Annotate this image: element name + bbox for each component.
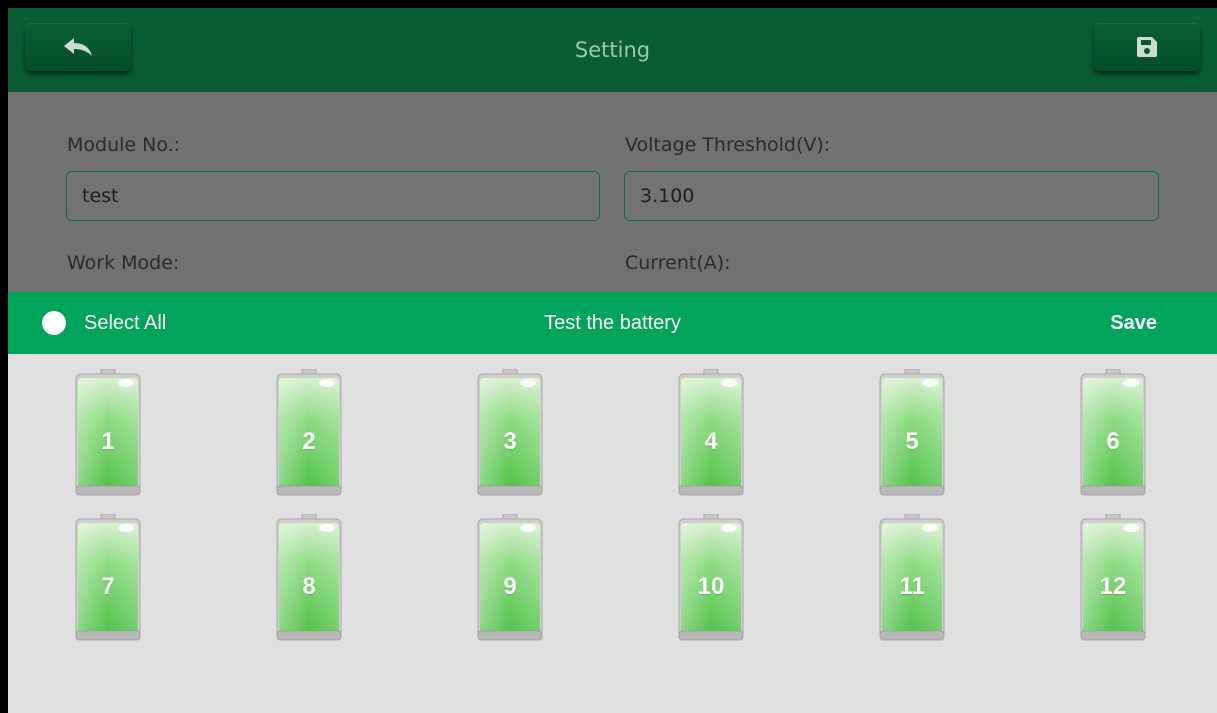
battery-item[interactable]: 2 xyxy=(275,369,343,497)
battery-item[interactable]: 1 xyxy=(74,369,142,497)
select-all-label: Select All xyxy=(84,311,167,334)
reply-arrow-icon xyxy=(64,38,92,56)
battery-number: 11 xyxy=(899,573,925,600)
battery-grid: 1 2 3 4 5 6 7 8 9 10 11 12 xyxy=(8,354,1217,713)
top-bar: Setting xyxy=(8,8,1217,92)
battery-item[interactable]: 4 xyxy=(677,369,745,497)
battery-number: 12 xyxy=(1099,573,1127,600)
battery-number: 2 xyxy=(302,428,316,455)
battery-number: 9 xyxy=(503,573,517,600)
page-title: Setting xyxy=(574,38,651,62)
battery-item[interactable]: 8 xyxy=(275,514,343,642)
battery-item[interactable]: 11 xyxy=(878,514,946,642)
work-mode-label: Work Mode: xyxy=(67,252,180,274)
module-no-field[interactable]: test xyxy=(66,171,600,221)
battery-item[interactable]: 9 xyxy=(476,514,544,642)
battery-number: 3 xyxy=(503,428,517,455)
battery-item[interactable]: 6 xyxy=(1079,369,1147,497)
settings-form: Module No.: test Voltage Threshold(V): 3… xyxy=(8,92,1217,292)
save-button[interactable] xyxy=(1094,23,1200,71)
select-all-toggle[interactable]: Select All xyxy=(42,292,166,354)
battery-dialog-header: Select All Test the battery Save xyxy=(8,292,1217,354)
battery-item[interactable]: 3 xyxy=(476,369,544,497)
battery-item[interactable]: 7 xyxy=(74,514,142,642)
battery-item[interactable]: 5 xyxy=(878,369,946,497)
battery-number: 7 xyxy=(101,573,115,600)
battery-number: 8 xyxy=(302,573,316,600)
battery-item[interactable]: 12 xyxy=(1079,514,1147,642)
battery-number: 5 xyxy=(905,428,919,455)
battery-number: 1 xyxy=(101,428,115,455)
battery-number: 4 xyxy=(704,428,718,455)
voltage-threshold-label: Voltage Threshold(V): xyxy=(625,134,831,156)
module-no-label: Module No.: xyxy=(67,134,181,156)
battery-number: 10 xyxy=(697,573,725,600)
battery-number: 6 xyxy=(1106,428,1120,455)
dialog-title: Test the battery xyxy=(544,312,681,334)
voltage-threshold-field[interactable]: 3.100 xyxy=(624,171,1159,221)
dialog-save-button[interactable]: Save xyxy=(1110,292,1157,354)
floppy-disk-icon xyxy=(1137,37,1157,57)
current-label: Current(A): xyxy=(625,252,731,274)
radio-button-icon[interactable] xyxy=(42,311,66,335)
app-window: Setting Module No.: test Voltage Thresho… xyxy=(8,8,1217,713)
battery-item[interactable]: 10 xyxy=(677,514,745,642)
back-button[interactable] xyxy=(25,23,131,71)
